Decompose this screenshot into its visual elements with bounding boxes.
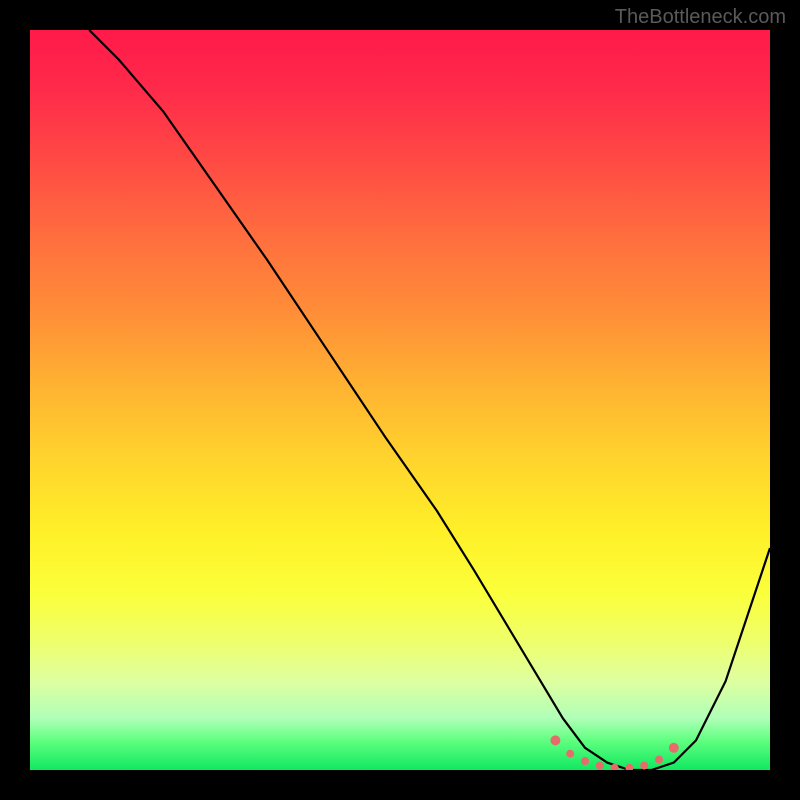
marker-dot [640,762,648,770]
chart-svg [30,30,770,770]
flat-region-markers [550,735,678,770]
marker-dot [581,757,589,765]
marker-dot [669,743,679,753]
marker-dot [566,750,574,758]
marker-dot [625,764,633,770]
bottleneck-curve-line [89,30,770,770]
marker-dot [596,762,604,770]
marker-dot [550,735,560,745]
chart-plot-area [30,30,770,770]
watermark-text: TheBottleneck.com [615,6,786,29]
marker-dot [655,756,663,764]
